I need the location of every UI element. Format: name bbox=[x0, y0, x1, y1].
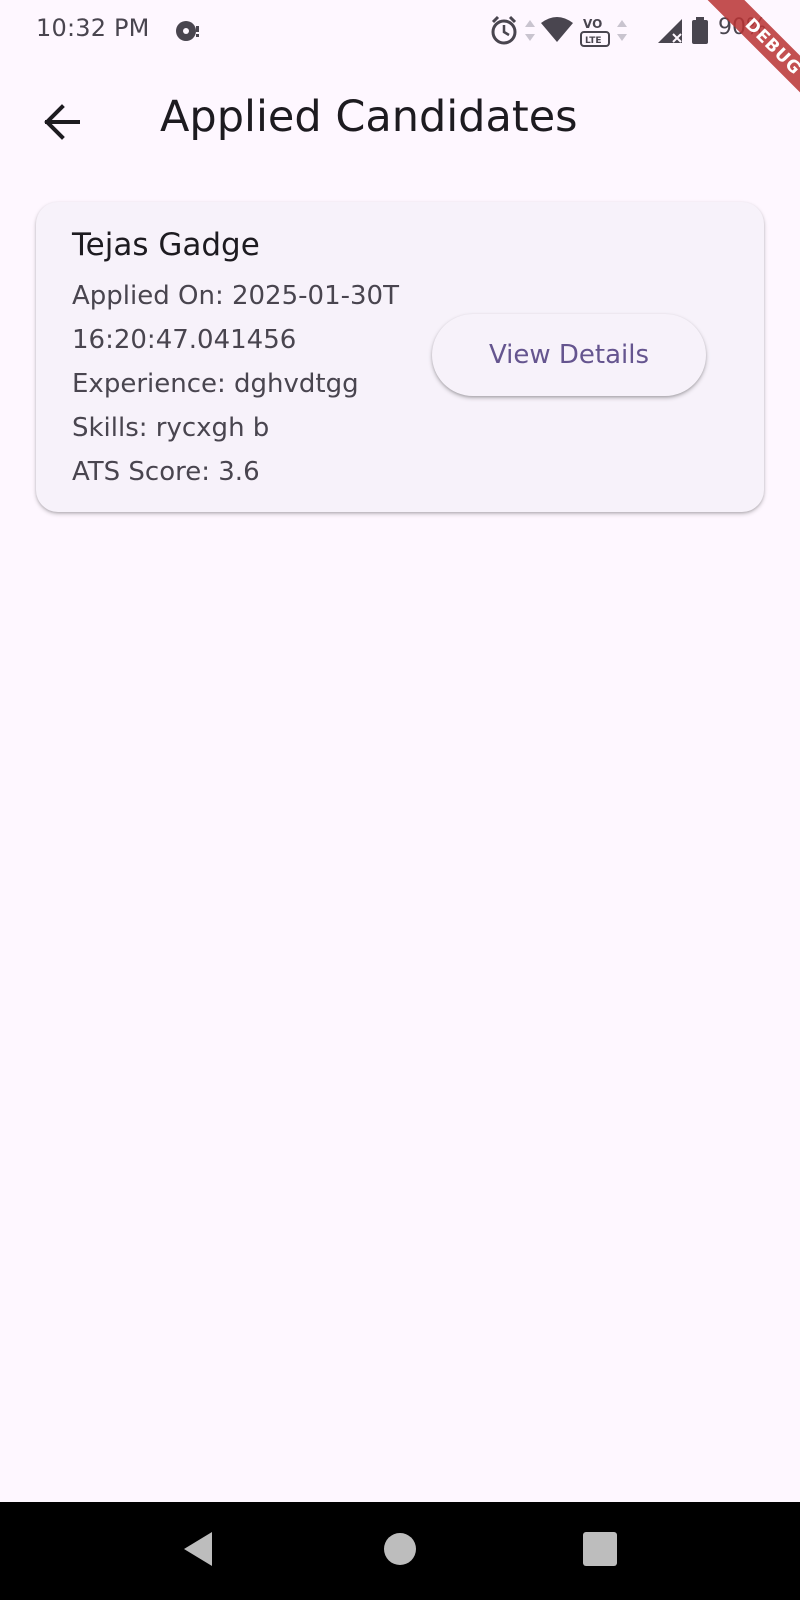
data-arrows-icon bbox=[524, 14, 536, 50]
notification-icon bbox=[174, 17, 204, 45]
nav-home-button[interactable] bbox=[350, 1502, 450, 1600]
svg-text:LTE: LTE bbox=[585, 36, 602, 46]
back-arrow-icon bbox=[42, 102, 82, 146]
system-nav-bar bbox=[0, 1502, 800, 1600]
volte-icon: VO LTE bbox=[580, 14, 612, 52]
page-title: Applied Candidates bbox=[160, 92, 578, 142]
candidate-card: Tejas Gadge Applied On: 2025-01-30T16:20… bbox=[36, 202, 764, 512]
view-details-button[interactable]: View Details bbox=[432, 314, 706, 396]
candidate-skills: Skills: rycxgh b bbox=[72, 413, 270, 443]
home-circle-icon bbox=[382, 1531, 418, 1571]
back-triangle-icon bbox=[180, 1529, 216, 1573]
candidate-name: Tejas Gadge bbox=[72, 227, 260, 263]
candidate-info: Tejas Gadge Applied On: 2025-01-30T16:20… bbox=[72, 224, 402, 494]
back-button[interactable] bbox=[30, 92, 94, 156]
status-time: 10:32 PM bbox=[36, 14, 150, 42]
data-arrows-icon-2 bbox=[616, 14, 628, 50]
candidate-applied-on: Applied On: 2025-01-30T16:20:47.041456 bbox=[72, 281, 399, 355]
recents-square-icon bbox=[582, 1531, 618, 1571]
wifi-icon bbox=[540, 14, 574, 50]
candidate-ats-score: ATS Score: 3.6 bbox=[72, 457, 260, 487]
app-bar: Applied Candidates bbox=[0, 62, 800, 180]
nav-back-button[interactable] bbox=[148, 1502, 248, 1600]
nav-recents-button[interactable] bbox=[550, 1502, 650, 1600]
candidate-experience: Experience: dghvdtgg bbox=[72, 369, 359, 399]
alarm-icon bbox=[490, 14, 518, 50]
svg-text:VO: VO bbox=[583, 17, 602, 31]
